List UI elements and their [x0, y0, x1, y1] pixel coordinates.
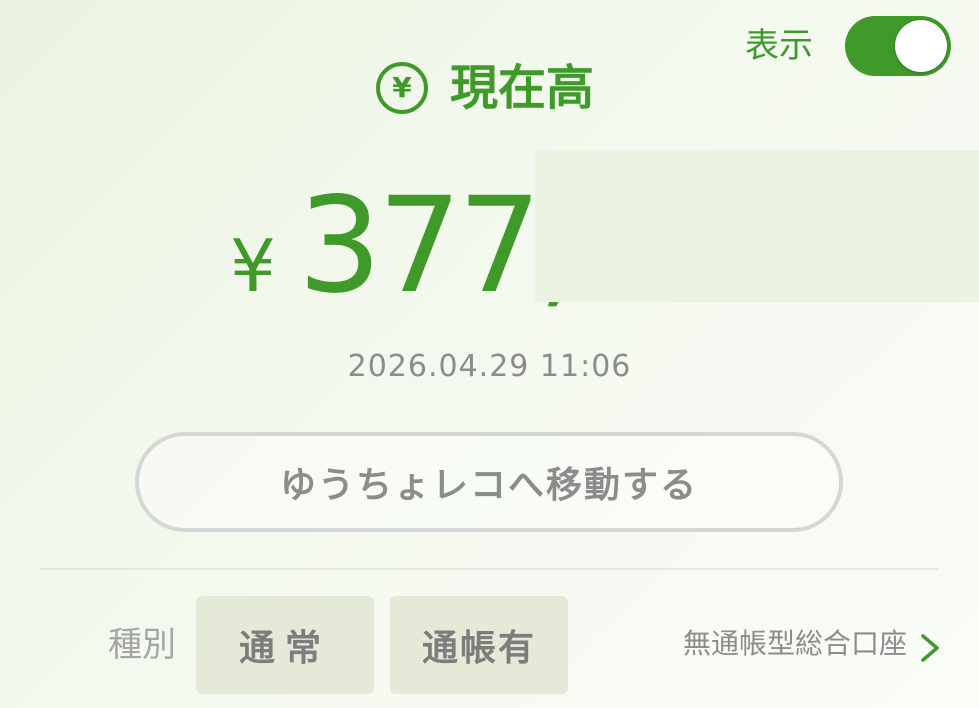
- move-button-label: ゆうちょレコへ移動する: [279, 465, 698, 506]
- balance-amount-row: ¥ 377,: [230, 180, 580, 312]
- display-toggle-group: 表示: [745, 16, 951, 76]
- chevron-right-icon[interactable]: [913, 632, 945, 664]
- display-toggle[interactable]: [845, 16, 951, 76]
- move-to-yucho-reco-button[interactable]: ゆうちょレコへ移動する: [135, 432, 843, 532]
- account-type-label: 種別: [108, 625, 176, 665]
- account-type-link[interactable]: 無通帳型総合口座: [683, 630, 907, 658]
- balance-title: ¥ 現在高: [376, 62, 594, 114]
- badge-normal: 通常: [196, 596, 374, 694]
- yen-circle-icon: ¥: [376, 62, 428, 114]
- toggle-knob: [895, 20, 947, 72]
- balance-timestamp: 2026.04.29 11:06: [347, 349, 632, 384]
- page-title: 現在高: [450, 60, 595, 116]
- currency-symbol: ¥: [230, 224, 276, 308]
- masked-amount-area: [535, 150, 979, 302]
- display-toggle-label: 表示: [745, 26, 813, 66]
- badge-passbook: 通帳有: [390, 596, 568, 694]
- divider: [40, 568, 939, 570]
